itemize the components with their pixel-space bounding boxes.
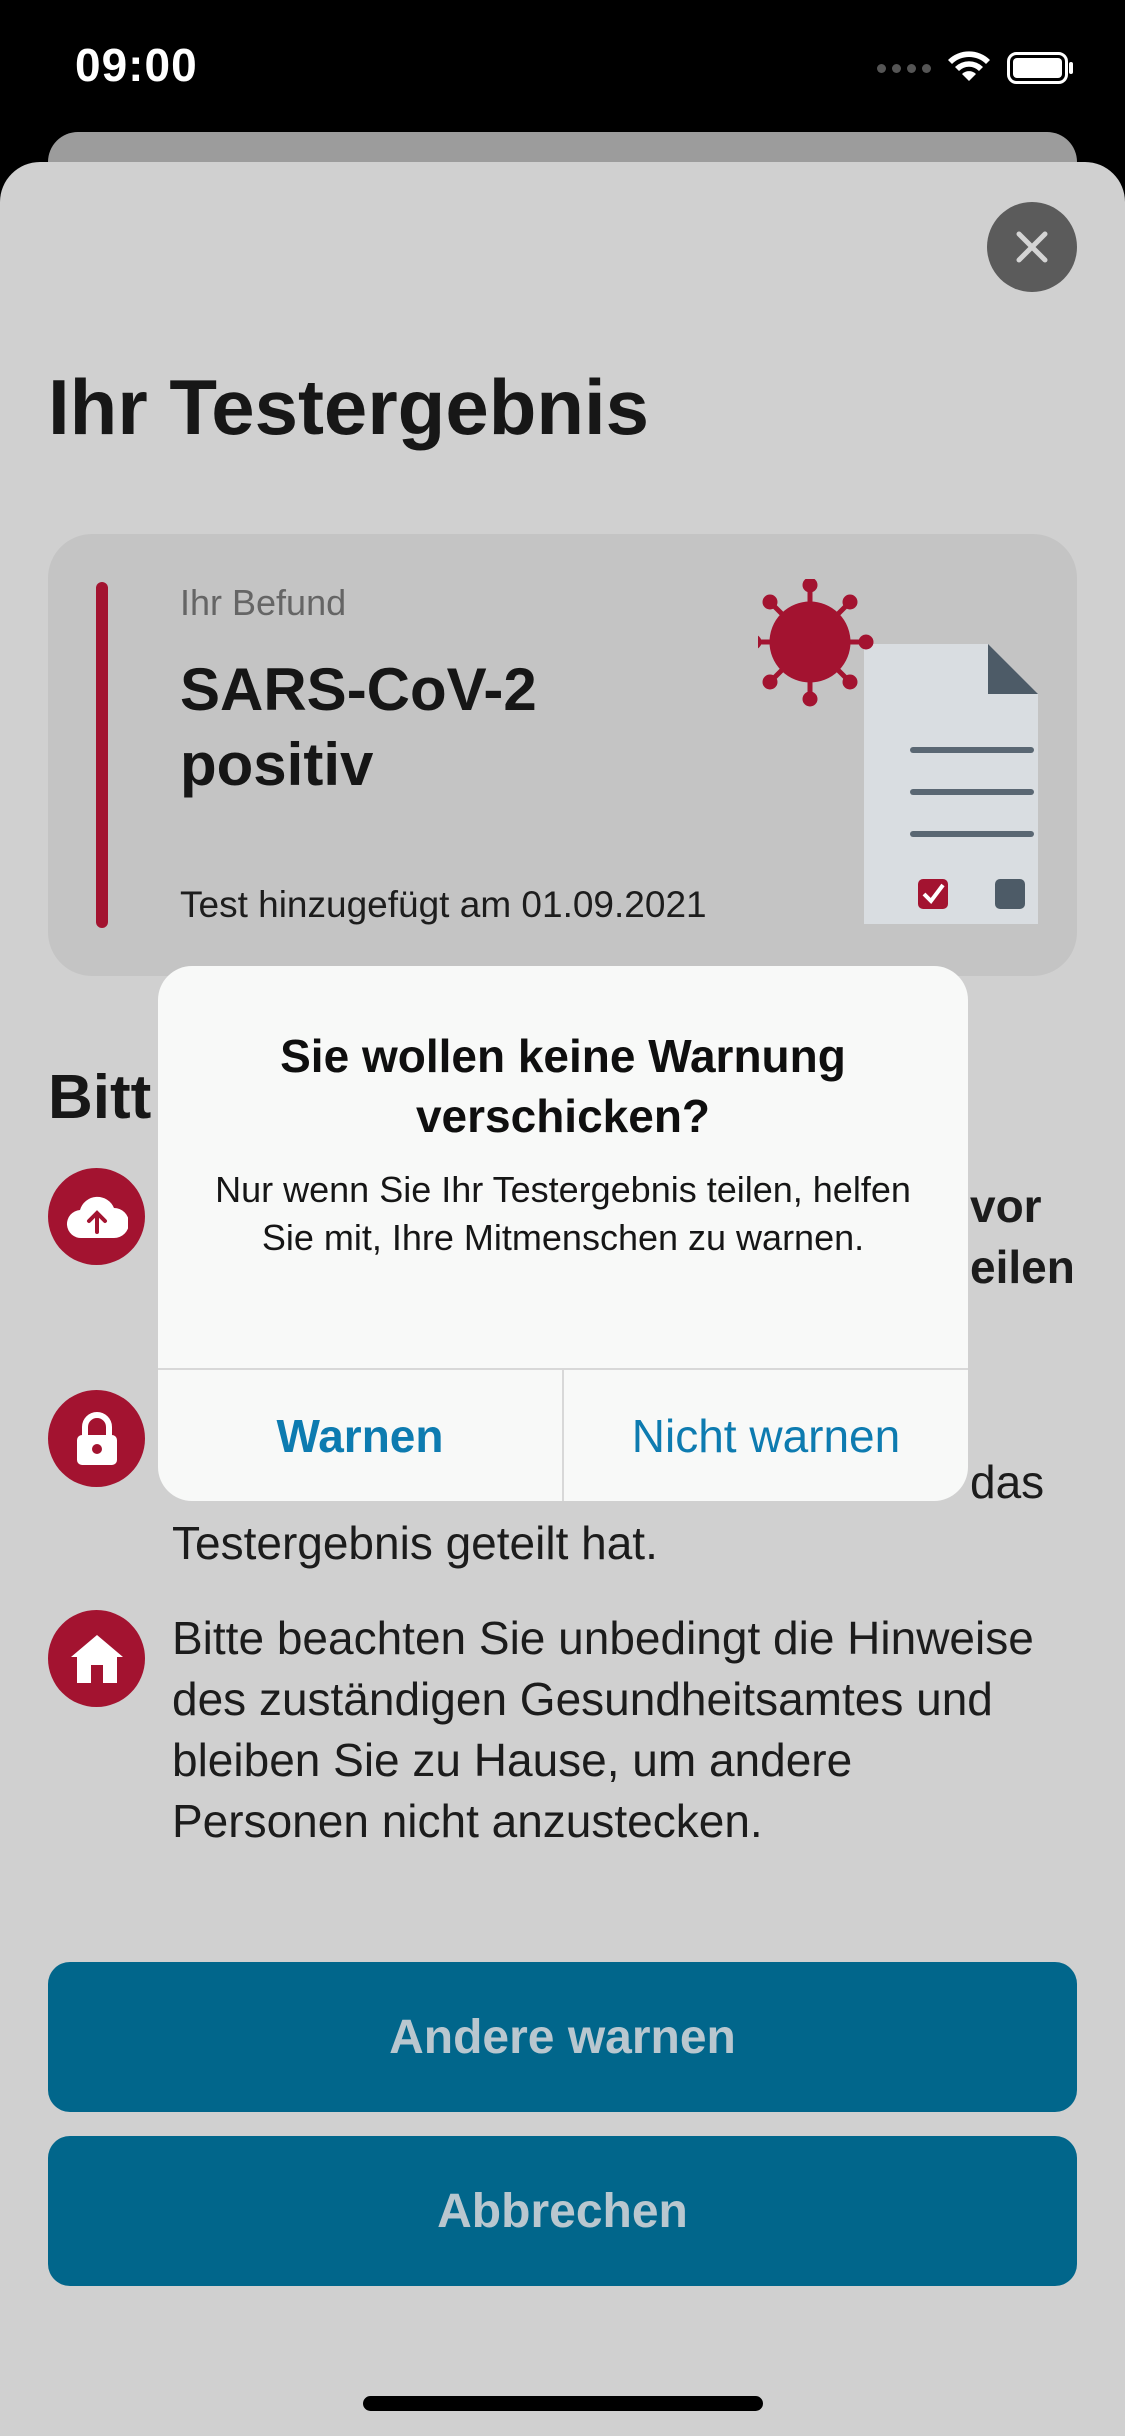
close-icon bbox=[1016, 231, 1048, 263]
home-icon bbox=[70, 1634, 123, 1683]
result-title-line1: SARS-CoV-2 bbox=[180, 656, 537, 723]
info-icon-upload bbox=[48, 1168, 145, 1265]
status-icons bbox=[877, 48, 1075, 88]
screen: 09:00 Ihr Testergebnis Ihr Befund SARS-C… bbox=[0, 0, 1125, 2436]
info-2-line: Testergebnis geteilt hat. bbox=[172, 1517, 658, 1569]
cellular-signal-icon bbox=[877, 63, 931, 73]
test-document-virus-icon bbox=[758, 579, 1038, 924]
battery-icon bbox=[1007, 52, 1073, 84]
result-accent-bar bbox=[96, 582, 108, 928]
status-bar: 09:00 bbox=[0, 0, 1125, 140]
status-time: 09:00 bbox=[75, 39, 198, 91]
result-date: Test hinzugefügt am 01.09.2021 bbox=[180, 884, 707, 925]
info-1-fragment-2: eilen bbox=[970, 1241, 1075, 1293]
alert-actions: Warnen Nicht warnen bbox=[158, 1368, 968, 1501]
info-3-text: Bitte beachten Sie unbedingt die Hinweis… bbox=[172, 1612, 1034, 1847]
section-title: Bitt bbox=[48, 1063, 152, 1132]
result-title: SARS-CoV-2 positiv bbox=[180, 652, 680, 802]
alert-title: Sie wollen keine Warnung verschicken? bbox=[280, 1030, 846, 1142]
info-2-fragment-1: das bbox=[970, 1456, 1045, 1508]
result-label: Ihr Befund bbox=[180, 582, 347, 623]
cloud-upload-icon bbox=[66, 1196, 128, 1238]
info-icon-home bbox=[48, 1610, 145, 1707]
alert-dialog: Sie wollen keine Warnung verschicken? Nu… bbox=[158, 966, 968, 1501]
lock-icon bbox=[76, 1411, 117, 1465]
alert-warn-button[interactable]: Warnen bbox=[158, 1370, 562, 1501]
alert-message: Nur wenn Sie Ihr Testergebnis teilen, he… bbox=[215, 1169, 911, 1258]
close-button[interactable] bbox=[987, 202, 1077, 292]
page-title: Ihr Testergebnis bbox=[48, 363, 650, 451]
result-title-line2: positiv bbox=[180, 731, 374, 798]
home-indicator[interactable] bbox=[363, 2396, 763, 2411]
cancel-button[interactable]: Abbrechen bbox=[48, 2136, 1077, 2286]
warn-others-button[interactable]: Andere warnen bbox=[48, 1962, 1077, 2112]
info-icon-lock bbox=[48, 1390, 145, 1487]
alert-dont-warn-button[interactable]: Nicht warnen bbox=[564, 1370, 968, 1501]
info-1-fragment-1: vor bbox=[970, 1180, 1042, 1232]
wifi-icon bbox=[948, 51, 990, 81]
result-card: Ihr Befund SARS-CoV-2 positiv Test hinzu… bbox=[48, 534, 1077, 976]
